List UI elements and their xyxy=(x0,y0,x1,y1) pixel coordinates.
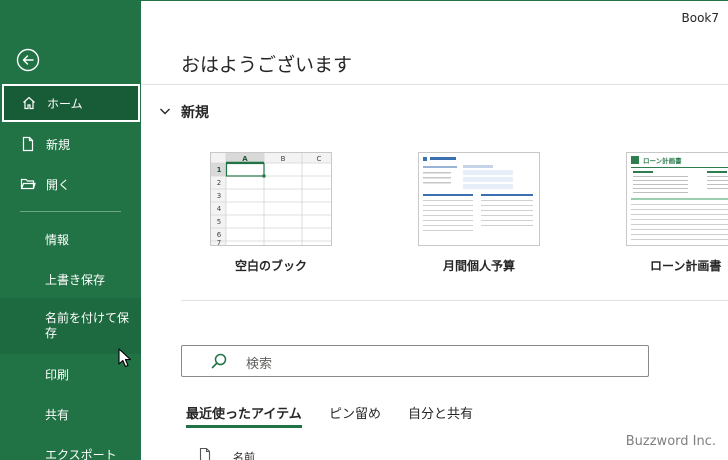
sidebar-item-label: ホーム xyxy=(47,96,83,111)
sidebar-item-info[interactable]: 情報 xyxy=(0,226,141,252)
search-icon xyxy=(211,353,227,369)
sidebar-item-label: 上書き保存 xyxy=(45,272,106,287)
column-header-b: B xyxy=(281,155,286,163)
sidebar-item-home[interactable]: ホーム xyxy=(2,84,140,122)
back-arrow-icon[interactable] xyxy=(16,48,40,72)
sidebar-item-label: 新規 xyxy=(46,137,71,152)
row-header: 5 xyxy=(217,218,221,226)
mouse-cursor-icon xyxy=(118,348,132,368)
row-header: 6 xyxy=(217,231,222,239)
backstage-sidebar: ホーム 新規 開く 情報 上書き保存 名前を付けて保存 印刷 共有 エクスポート xyxy=(0,0,141,460)
header-divider xyxy=(141,84,728,85)
row-header: 1 xyxy=(217,166,222,174)
sidebar-item-export[interactable]: エクスポート xyxy=(0,441,141,460)
section-divider xyxy=(181,300,728,301)
column-header-c: C xyxy=(317,155,322,163)
sidebar-item-save-as[interactable]: 名前を付けて保存 xyxy=(0,298,141,354)
workbook-title: Book7 xyxy=(681,11,720,25)
template-loan-plan[interactable]: ローン計画書 xyxy=(626,152,728,246)
open-folder-icon xyxy=(20,178,36,190)
template-label: 月間個人予算 xyxy=(442,259,515,273)
tab-shared-with-me[interactable]: 自分と共有 xyxy=(408,403,473,422)
chevron-down-icon[interactable] xyxy=(158,104,172,118)
sidebar-item-label: 共有 xyxy=(45,407,70,422)
sidebar-item-label: 印刷 xyxy=(45,367,70,382)
sidebar-item-label: 名前を付けて保存 xyxy=(45,311,130,340)
new-file-icon xyxy=(22,136,34,152)
sidebar-divider xyxy=(20,211,121,212)
sidebar-item-label: エクスポート xyxy=(45,447,117,460)
search-placeholder: 検索 xyxy=(246,357,273,372)
sidebar-item-label: 開く xyxy=(46,177,71,192)
template-monthly-budget[interactable] xyxy=(418,152,540,246)
row-header: 3 xyxy=(217,192,221,200)
loan-thumbnail-title: ローン計画書 xyxy=(643,156,682,165)
sidebar-item-save[interactable]: 上書き保存 xyxy=(0,266,141,292)
template-label: 空白のブック xyxy=(234,259,307,273)
new-section-title: 新規 xyxy=(181,105,209,121)
template-blank-workbook[interactable]: A B C 1 2 3 4 5 6 7 xyxy=(210,152,332,246)
watermark: Buzzword Inc. xyxy=(625,434,716,449)
tab-pinned[interactable]: ピン留め xyxy=(329,403,381,422)
home-icon xyxy=(23,96,35,110)
greeting-heading: おはようございます xyxy=(181,54,353,76)
column-header-name[interactable]: 名前 xyxy=(233,449,255,460)
sidebar-item-label: 情報 xyxy=(45,232,70,247)
blank-workbook-thumbnail: A B C 1 2 3 4 5 6 7 xyxy=(211,153,331,245)
sidebar-item-share[interactable]: 共有 xyxy=(0,401,141,427)
budget-thumbnail xyxy=(419,153,539,245)
tab-recent[interactable]: 最近使ったアイテム xyxy=(186,403,302,422)
title-bar-border xyxy=(141,0,728,1)
excel-backstage: ホーム 新規 開く 情報 上書き保存 名前を付けて保存 印刷 共有 エクスポート… xyxy=(0,0,728,460)
column-header-a: A xyxy=(242,155,248,163)
file-type-icon xyxy=(199,447,211,460)
sidebar-item-new[interactable]: 新規 xyxy=(0,131,141,157)
active-tab-indicator xyxy=(186,425,302,428)
row-header: 2 xyxy=(217,179,221,187)
loan-thumbnail: ローン計画書 xyxy=(627,153,728,245)
search-box[interactable]: 検索 xyxy=(181,345,649,377)
sidebar-item-open[interactable]: 開く xyxy=(0,171,141,197)
template-label: ローン計画書 xyxy=(650,259,722,273)
row-header: 4 xyxy=(217,205,222,213)
row-header: 7 xyxy=(217,239,221,245)
